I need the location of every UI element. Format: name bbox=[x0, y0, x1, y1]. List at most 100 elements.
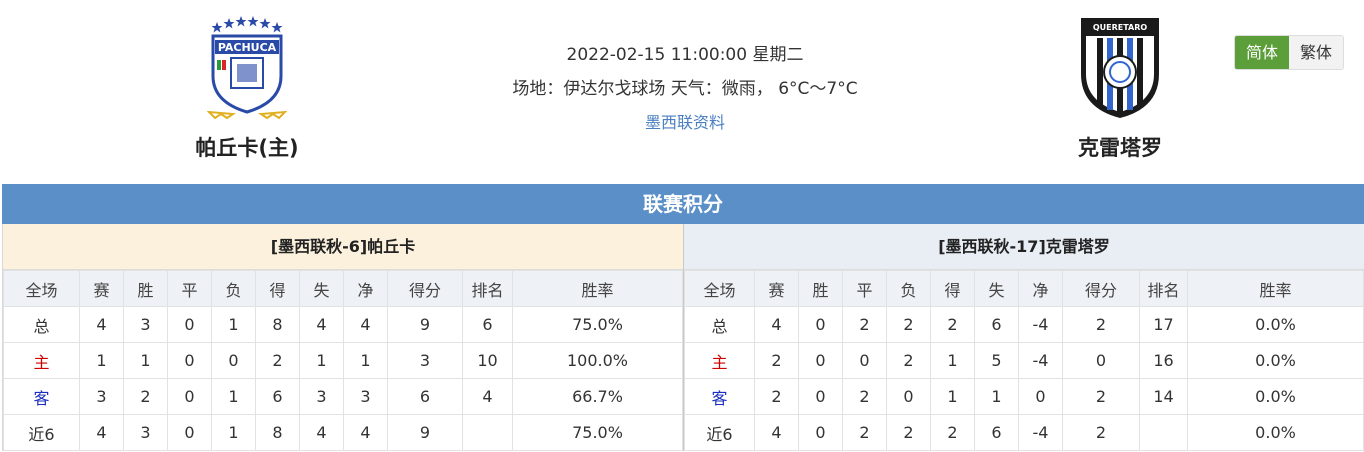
table-cell: 0 bbox=[798, 378, 843, 415]
table-cell: 0 bbox=[167, 342, 212, 379]
table-cell: -4 bbox=[1018, 414, 1063, 451]
column-header: 赛 bbox=[754, 270, 799, 307]
table-cell: 2 bbox=[754, 378, 799, 415]
table-row: 客 2 0 2 0 1 1 0 2 14 0.0% bbox=[684, 378, 1364, 415]
table-cell: 4 bbox=[343, 414, 388, 451]
column-header: 全场 bbox=[684, 270, 755, 307]
table-cell: 6 bbox=[387, 378, 463, 415]
table-cell: 2 bbox=[255, 342, 300, 379]
table-cell: 14 bbox=[1139, 378, 1188, 415]
table-cell: 4 bbox=[299, 306, 344, 343]
table-cell: 9 bbox=[387, 306, 463, 343]
table-cell: 6 bbox=[974, 414, 1019, 451]
column-header: 净 bbox=[343, 270, 388, 307]
column-header: 排名 bbox=[1139, 270, 1188, 307]
table-row: 总 4 0 2 2 2 6 -4 2 17 0.0% bbox=[684, 306, 1364, 343]
home-standings-table: 全场赛胜平负得失净得分 排名 胜率 总 4 3 0 1 8 4 4 9 6 75.0% 主 1 1 0 0 2 1 1 3… bbox=[3, 270, 683, 451]
table-cell: 1 bbox=[211, 378, 256, 415]
home-standings-header: [墨西联秋-6]帕丘卡 bbox=[3, 224, 683, 270]
table-cell: 0 bbox=[798, 414, 843, 451]
table-cell: 9 bbox=[387, 414, 463, 451]
table-cell: 0 bbox=[842, 342, 887, 379]
table-cell bbox=[462, 414, 513, 451]
table-cell: 0.0% bbox=[1187, 306, 1364, 343]
table-cell: 0 bbox=[167, 378, 212, 415]
home-team-name: 帕丘卡(主) bbox=[195, 136, 299, 160]
row-label: 近6 bbox=[684, 414, 755, 451]
table-cell: 2 bbox=[886, 306, 931, 343]
table-cell: 4 bbox=[79, 414, 124, 451]
table-cell: 8 bbox=[255, 414, 300, 451]
table-cell: 10 bbox=[462, 342, 513, 379]
table-cell: 2 bbox=[842, 414, 887, 451]
away-standings-header: [墨西联秋-17]克雷塔罗 bbox=[684, 224, 1364, 270]
column-header: 负 bbox=[886, 270, 931, 307]
language-switch: 简体 繁体 bbox=[1234, 35, 1344, 70]
row-label: 近6 bbox=[3, 414, 80, 451]
table-cell: 4 bbox=[754, 306, 799, 343]
row-label: 主 bbox=[684, 342, 755, 379]
column-header: 得 bbox=[255, 270, 300, 307]
table-row: 总 4 3 0 1 8 4 4 9 6 75.0% bbox=[3, 306, 683, 343]
away-standings-table: 全场赛胜平负得失净得分 排名 胜率 总 4 0 2 2 2 6 -4 2 17 0.0% 主 2 0 0 2 1 5-… bbox=[684, 270, 1364, 451]
table-cell: 3 bbox=[387, 342, 463, 379]
league-info-link[interactable]: 墨西联资料 bbox=[440, 106, 930, 140]
table-cell: 0.0% bbox=[1187, 414, 1364, 451]
away-team-name: 克雷塔罗 bbox=[1078, 136, 1162, 160]
column-header: 全场 bbox=[3, 270, 80, 307]
row-label: 客 bbox=[684, 378, 755, 415]
table-cell: 1 bbox=[343, 342, 388, 379]
table-cell: 16 bbox=[1139, 342, 1188, 379]
row-label: 总 bbox=[684, 306, 755, 343]
row-label: 主 bbox=[3, 342, 80, 379]
table-cell: 0 bbox=[798, 342, 843, 379]
row-label: 总 bbox=[3, 306, 80, 343]
table-cell: 0 bbox=[1062, 342, 1140, 379]
column-header: 胜率 bbox=[512, 270, 683, 307]
traditional-chinese-button[interactable]: 繁体 bbox=[1289, 36, 1343, 69]
column-header: 得 bbox=[930, 270, 975, 307]
row-label: 客 bbox=[3, 378, 80, 415]
table-cell: -4 bbox=[1018, 342, 1063, 379]
table-cell: 1 bbox=[211, 306, 256, 343]
table-header-row: 全场赛胜平负得失净得分 排名 胜率 bbox=[3, 270, 683, 307]
match-header: PACHUCA 帕丘卡(主) 2022-02-15 11:00:00 星期二 场… bbox=[0, 0, 1364, 184]
table-cell: 1 bbox=[299, 342, 344, 379]
table-cell: 3 bbox=[79, 378, 124, 415]
standings-title: 联赛积分 bbox=[2, 184, 1364, 224]
table-cell: 100.0% bbox=[512, 342, 683, 379]
away-standings-body: 总 4 0 2 2 2 6 -4 2 17 0.0% 主 2 0 0 2 1 5 -4 0 16 0.0% 客 2 0 2 0 1 1 0… bbox=[684, 306, 1364, 451]
away-standings-panel: [墨西联秋-17]克雷塔罗 全场赛胜平负得失净得分 排名 胜率 总 4 0 2 2 2 6 -4 2… bbox=[683, 224, 1364, 451]
table-cell: 3 bbox=[343, 378, 388, 415]
table-cell: 6 bbox=[462, 306, 513, 343]
table-row: 主 2 0 0 2 1 5 -4 0 16 0.0% bbox=[684, 342, 1364, 379]
table-cell: 2 bbox=[123, 378, 168, 415]
table-cell: 4 bbox=[462, 378, 513, 415]
table-cell: 8 bbox=[255, 306, 300, 343]
table-cell: 1 bbox=[79, 342, 124, 379]
svg-text:PACHUCA: PACHUCA bbox=[218, 41, 277, 54]
column-header: 平 bbox=[842, 270, 887, 307]
home-standings-body: 总 4 3 0 1 8 4 4 9 6 75.0% 主 1 1 0 0 2 1 1 3 10 100.0% 客 3 2 0 1 6 3 3… bbox=[3, 306, 683, 451]
column-header: 得分 bbox=[387, 270, 463, 307]
column-header: 排名 bbox=[462, 270, 513, 307]
table-cell: 2 bbox=[842, 306, 887, 343]
table-cell: 2 bbox=[930, 306, 975, 343]
table-cell: 4 bbox=[343, 306, 388, 343]
column-header: 得分 bbox=[1062, 270, 1140, 307]
table-cell: 2 bbox=[754, 342, 799, 379]
simplified-chinese-button[interactable]: 简体 bbox=[1235, 36, 1289, 69]
table-cell: -4 bbox=[1018, 306, 1063, 343]
table-cell: 2 bbox=[842, 378, 887, 415]
table-cell bbox=[1139, 414, 1188, 451]
queretaro-logo-icon[interactable]: QUERETARO bbox=[1077, 14, 1163, 122]
table-cell: 0 bbox=[167, 306, 212, 343]
table-header-row: 全场赛胜平负得失净得分 排名 胜率 bbox=[684, 270, 1364, 307]
league-standings: 联赛积分 [墨西联秋-6]帕丘卡 全场赛胜平负得失净得分 排名 胜率 总430184… bbox=[2, 184, 1364, 451]
table-cell: 2 bbox=[1062, 306, 1140, 343]
table-cell: 2 bbox=[1062, 414, 1140, 451]
table-cell: 17 bbox=[1139, 306, 1188, 343]
table-cell: 2 bbox=[1062, 378, 1140, 415]
table-cell: 2 bbox=[886, 342, 931, 379]
pachuca-logo-icon[interactable]: PACHUCA bbox=[207, 14, 287, 122]
